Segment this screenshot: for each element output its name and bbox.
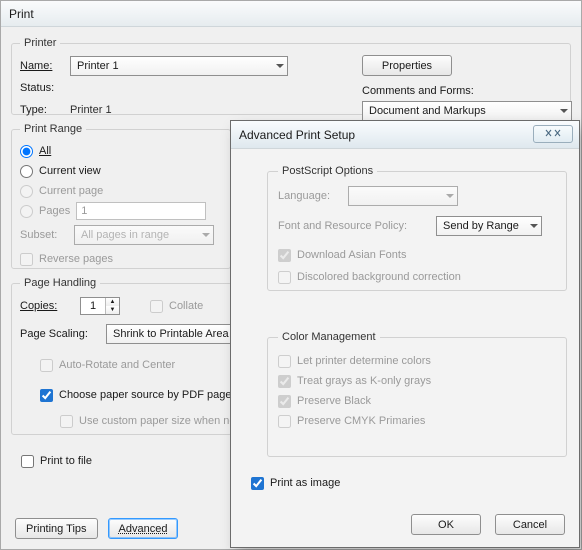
range-pages-radio: [20, 205, 33, 218]
comments-forms-label: Comments and Forms:: [362, 85, 474, 97]
preserve-black-label: Preserve Black: [297, 395, 371, 407]
preserve-black-checkbox: [278, 395, 291, 408]
treat-grays-label: Treat grays as K-only grays: [297, 375, 431, 387]
choose-source-label: Choose paper source by PDF page size: [59, 389, 254, 401]
advanced-titlebar: Advanced Print Setup: [231, 121, 579, 149]
properties-button[interactable]: Properties: [362, 55, 452, 76]
let-printer-checkbox: [278, 355, 291, 368]
advanced-title: Advanced Print Setup: [239, 128, 355, 142]
preserve-cmyk-label: Preserve CMYK Primaries: [297, 415, 425, 427]
range-currentview-radio[interactable]: [20, 165, 33, 178]
download-asian-checkbox: [278, 249, 291, 262]
auto-rotate-label: Auto-Rotate and Center: [59, 359, 175, 371]
comments-forms-select[interactable]: Document and Markups: [362, 101, 572, 121]
treat-grays-checkbox: [278, 375, 291, 388]
copies-stepper[interactable]: ▲▼: [80, 297, 120, 315]
page-scaling-label: Page Scaling:: [20, 328, 106, 340]
type-label: Type:: [20, 104, 70, 116]
printer-name-select[interactable]: Printer 1: [70, 56, 288, 76]
color-management-legend: Color Management: [278, 331, 380, 343]
print-to-file-label: Print to file: [40, 455, 92, 467]
postscript-legend: PostScript Options: [278, 165, 377, 177]
subset-label: Subset:: [20, 229, 68, 241]
range-currentpage-radio: [20, 185, 33, 198]
print-titlebar: Print: [1, 1, 581, 27]
language-label: Language:: [278, 190, 340, 202]
printer-legend: Printer: [20, 37, 60, 49]
print-as-image-label: Print as image: [270, 477, 340, 489]
range-all-radio[interactable]: [20, 145, 33, 158]
print-range-group: Print Range All Current view Current pag…: [11, 123, 231, 269]
reverse-pages-label: Reverse pages: [39, 253, 113, 265]
print-to-file-checkbox[interactable]: [21, 455, 34, 468]
postscript-options-group: PostScript Options Language: Font and Re…: [267, 165, 567, 291]
spin-down-icon[interactable]: ▼: [106, 306, 119, 314]
language-select: [348, 186, 458, 206]
custom-size-checkbox: [60, 415, 73, 428]
status-label: Status:: [20, 82, 70, 94]
subset-select: All pages in range: [74, 225, 214, 245]
print-range-legend: Print Range: [20, 123, 86, 135]
ok-button[interactable]: OK: [411, 514, 481, 535]
advanced-button[interactable]: Advanced: [108, 518, 179, 539]
copies-label: Copies:: [20, 300, 80, 312]
name-label: Name:: [20, 60, 70, 72]
type-value: Printer 1: [70, 104, 112, 116]
range-currentpage-label: Current page: [39, 185, 103, 197]
range-pages-label: Pages: [39, 205, 70, 217]
discolored-label: Discolored background correction: [297, 271, 461, 283]
print-as-image-checkbox[interactable]: [251, 477, 264, 490]
color-management-group: Color Management Let printer determine c…: [267, 331, 567, 457]
preserve-cmyk-checkbox: [278, 415, 291, 428]
auto-rotate-checkbox: [40, 359, 53, 372]
printing-tips-button[interactable]: Printing Tips: [15, 518, 98, 539]
pages-input: [76, 202, 206, 220]
reverse-pages-checkbox: [20, 253, 33, 266]
close-icon: [544, 128, 562, 141]
page-handling-legend: Page Handling: [20, 277, 100, 289]
spin-up-icon[interactable]: ▲: [106, 298, 119, 306]
frp-select[interactable]: Send by Range: [436, 216, 542, 236]
cancel-button[interactable]: Cancel: [495, 514, 565, 535]
discolored-checkbox: [278, 271, 291, 284]
close-button[interactable]: [533, 125, 573, 143]
download-asian-label: Download Asian Fonts: [297, 249, 406, 261]
advanced-print-setup-dialog: Advanced Print Setup PostScript Options …: [230, 120, 580, 548]
collate-checkbox: [150, 300, 163, 313]
frp-label: Font and Resource Policy:: [278, 220, 428, 232]
range-currentview-label: Current view: [39, 165, 101, 177]
choose-source-checkbox[interactable]: [40, 389, 53, 402]
let-printer-label: Let printer determine colors: [297, 355, 431, 367]
copies-input[interactable]: [81, 299, 105, 313]
collate-label: Collate: [169, 300, 203, 312]
printer-group: Printer Name: Printer 1 Status: Type: Pr…: [11, 37, 571, 115]
print-title: Print: [9, 7, 34, 21]
range-all-label: All: [39, 145, 51, 157]
